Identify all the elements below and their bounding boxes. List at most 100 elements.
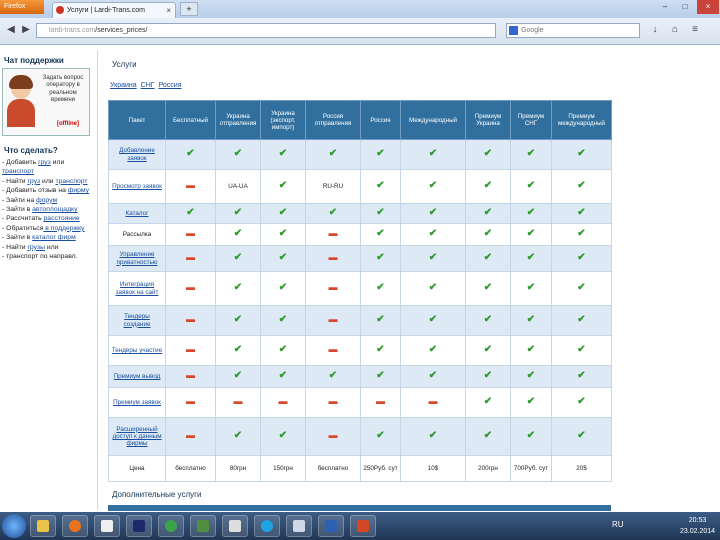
check-icon: ✔ <box>400 223 466 246</box>
tab-2[interactable]: Россия <box>159 82 182 89</box>
new-tab-button[interactable]: + <box>180 2 198 16</box>
todo-item-text[interactable]: в поддержку <box>43 225 84 232</box>
check-icon: ✔ <box>360 365 401 388</box>
check-icon: ✔ <box>360 203 401 224</box>
todo-item-text[interactable]: груз <box>27 178 40 185</box>
close-window-icon[interactable]: × <box>697 0 719 14</box>
cross-icon: ▬ <box>165 335 216 366</box>
cell-value: бесплатно <box>305 455 361 482</box>
todo-item[interactable]: - Зайти в каталог фирм <box>2 233 92 242</box>
check-mark-icon: ✔ <box>428 344 438 356</box>
region-tabs: Украина СНГ Россия <box>110 82 186 89</box>
word-icon[interactable] <box>318 515 344 537</box>
todo-item-text[interactable]: форум <box>36 197 57 204</box>
feature-name[interactable]: Расширенный доступ к данным фирмы <box>108 417 166 456</box>
cross-icon: ▬ <box>165 417 216 456</box>
feature-name[interactable]: Управление приватностью <box>108 245 166 272</box>
menu-icon[interactable]: ≡ <box>688 23 702 37</box>
check-icon: ✔ <box>215 271 261 306</box>
language-indicator[interactable]: RU <box>612 520 624 529</box>
feature-name[interactable]: Каталог <box>108 203 166 224</box>
save-disk-icon[interactable] <box>126 515 152 537</box>
feature-name[interactable]: Тендеры участие <box>108 335 166 366</box>
check-icon: ✔ <box>465 417 511 456</box>
check-icon: ✔ <box>510 387 552 418</box>
todo-item-text: Найти <box>6 243 28 251</box>
back-icon[interactable]: ◀ <box>4 23 18 37</box>
cross-icon: ▬ <box>165 271 216 306</box>
todo-item[interactable]: - Добавить груз или транспорт <box>2 158 92 177</box>
check-mark-icon: ✔ <box>428 252 438 264</box>
todo-item[interactable]: - Зайти в автоплощадку <box>2 205 92 214</box>
navigation-bar: ◀ ▶ lardi-trans.com/services_prices/ Goo… <box>0 18 720 45</box>
todo-item-text: Найти <box>6 177 28 185</box>
unavailable-icon: ▬ <box>186 282 195 293</box>
feature-name[interactable]: Интеграция заявок на сайт <box>108 271 166 306</box>
check-mark-icon: ✔ <box>376 344 385 356</box>
table-row: Каталог ✔ ✔ ✔ ✔ ✔ ✔ ✔ ✔ ✔ <box>108 203 612 224</box>
chat-widget[interactable]: Задать вопрос оператору в реальном време… <box>2 68 90 136</box>
todo-item[interactable]: - транспорт по направл. <box>2 252 92 261</box>
feature-name[interactable]: Просмотр заявок <box>108 169 166 204</box>
todo-item-text[interactable]: груз <box>38 159 51 166</box>
start-button-icon[interactable] <box>2 514 26 538</box>
check-mark-icon: ✔ <box>526 370 536 382</box>
check-mark-icon: ✔ <box>376 252 385 264</box>
todo-item[interactable]: - Зайти на форум <box>2 196 92 205</box>
column-header: Украина (экспорт, импорт) <box>260 100 306 140</box>
tab-1[interactable]: СНГ <box>141 82 155 89</box>
todo-item-text[interactable]: каталог фирм <box>32 234 76 241</box>
firefox-menu-button[interactable]: Firefox <box>0 0 44 14</box>
close-tab-icon[interactable]: × <box>166 3 171 18</box>
home-icon[interactable]: ⌂ <box>668 23 682 37</box>
feature-name[interactable]: Премиум заявок <box>108 387 166 418</box>
todo-item-text[interactable]: транспорт <box>2 168 34 175</box>
app-icon[interactable] <box>222 515 248 537</box>
tab-0[interactable]: Украина <box>110 82 137 89</box>
skype-icon[interactable] <box>254 515 280 537</box>
pen-tool-icon[interactable] <box>190 515 216 537</box>
unavailable-icon: ▬ <box>428 396 438 407</box>
todo-item[interactable]: - Найти груз или транспорт <box>2 177 92 186</box>
browser-tab[interactable]: Услуги | Lardi-Trans.com × <box>52 2 176 18</box>
feature-name[interactable]: Тендеры создание <box>108 305 166 336</box>
search-bar[interactable]: Google <box>506 23 640 38</box>
todo-item-text: Обратиться <box>6 224 44 232</box>
todo-item[interactable]: - Обратиться в поддержку <box>2 224 92 233</box>
feature-name[interactable]: Добавление заявок <box>108 139 166 170</box>
todo-item[interactable]: - Рассчитать расстояние <box>2 214 92 223</box>
forward-icon[interactable]: ▶ <box>19 23 33 37</box>
cross-icon: ▬ <box>305 387 361 418</box>
todo-item-text[interactable]: расстояние <box>44 215 80 222</box>
todo-item-text[interactable]: грузы <box>27 244 45 251</box>
check-icon: ✔ <box>510 139 552 170</box>
check-icon: ✔ <box>215 305 261 336</box>
check-mark-icon: ✔ <box>577 228 586 240</box>
todo-item-text: Рассчитать <box>6 215 44 223</box>
column-header: Премиум СНГ <box>510 100 552 140</box>
download-icon[interactable]: ↓ <box>648 23 662 37</box>
document-icon[interactable] <box>286 515 312 537</box>
maximize-icon[interactable]: □ <box>676 0 694 14</box>
check-icon: ✔ <box>400 169 466 204</box>
check-icon: ✔ <box>260 223 306 246</box>
minimize-icon[interactable]: – <box>656 0 674 14</box>
todo-item-text[interactable]: транспорт <box>56 178 88 185</box>
url-bar[interactable]: lardi-trans.com/services_prices/ <box>36 23 496 38</box>
feature-name[interactable]: Премиум вывод <box>108 365 166 388</box>
todo-item[interactable]: - Добавить отзыв на фирму <box>2 186 92 195</box>
chrome-icon[interactable] <box>158 515 184 537</box>
clock[interactable]: 20:53 23.02.2014 <box>680 515 715 537</box>
todo-item-text[interactable]: автоплощадку <box>32 206 77 213</box>
media-player-icon[interactable] <box>94 515 120 537</box>
powerpoint-icon[interactable] <box>350 515 376 537</box>
check-icon: ✔ <box>215 223 261 246</box>
check-icon: ✔ <box>260 169 306 204</box>
firefox-icon[interactable] <box>62 515 88 537</box>
cross-icon: ▬ <box>165 223 216 246</box>
todo-item-text[interactable]: фирму <box>68 187 89 194</box>
explorer-icon[interactable] <box>30 515 56 537</box>
check-icon: ✔ <box>360 417 401 456</box>
todo-item[interactable]: - Найти грузы или <box>2 243 92 252</box>
cell-value: бесплатно <box>165 455 216 482</box>
